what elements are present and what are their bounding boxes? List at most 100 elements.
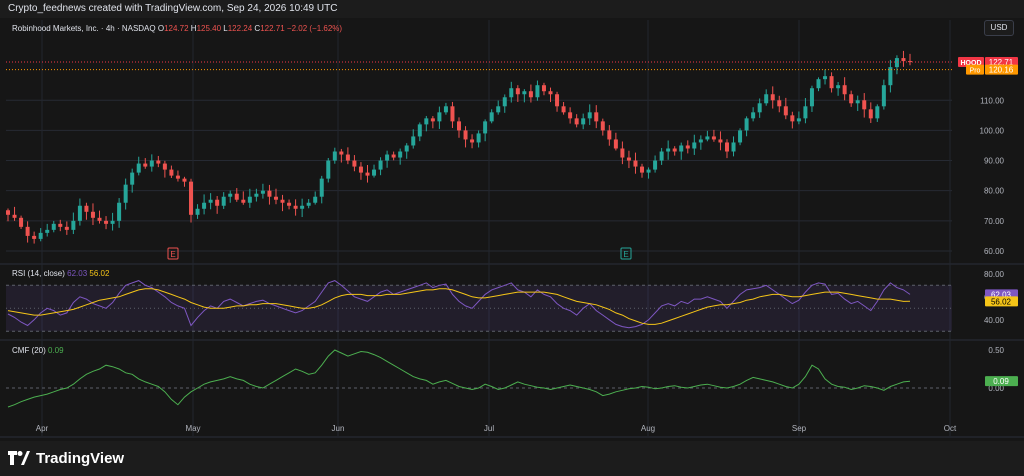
candle-body xyxy=(169,169,174,176)
price-tick-label: 70.00 xyxy=(984,217,1005,226)
candle-body xyxy=(182,178,187,182)
cmf-legend-part: CMF (20) xyxy=(12,346,48,355)
cmf-legend: CMF (20) 0.09 xyxy=(12,346,64,355)
candle-body xyxy=(901,58,906,62)
candle-body xyxy=(561,106,566,113)
candle-body xyxy=(430,118,435,122)
candle-body xyxy=(71,220,76,230)
legend-part: Robinhood Markets, Inc. · 4h · NASDAQ xyxy=(12,24,158,33)
time-axis-label: Aug xyxy=(641,424,655,433)
candle-body xyxy=(117,202,122,221)
candle-body xyxy=(221,196,226,206)
candle-body xyxy=(345,154,350,161)
candle-body xyxy=(202,202,207,209)
candle-body xyxy=(352,160,357,167)
candle-body xyxy=(215,199,220,206)
candle-body xyxy=(306,202,311,206)
candle-body xyxy=(659,151,664,161)
candle-body xyxy=(600,121,605,131)
candle-body xyxy=(25,226,30,236)
candle-body xyxy=(313,196,318,203)
candle-body xyxy=(104,220,109,224)
candle-body xyxy=(823,76,828,80)
candle-body xyxy=(489,112,494,122)
time-axis-label: May xyxy=(185,424,200,433)
candle-body xyxy=(868,109,873,119)
candle-body xyxy=(796,118,801,122)
candle-body xyxy=(254,193,259,197)
rsi-ma-tag-label: 56.02 xyxy=(991,297,1012,306)
chart-window: Crypto_feednews created with TradingView… xyxy=(0,0,1024,476)
candle-body xyxy=(620,148,625,158)
rsi-legend: RSI (14, close) 62.03 56.02 xyxy=(12,269,110,278)
time-axis-label: Apr xyxy=(36,424,49,433)
candle-body xyxy=(156,160,161,164)
candle-body xyxy=(640,166,645,173)
candle-body xyxy=(58,223,63,227)
price-tick-label: 80.00 xyxy=(984,187,1005,196)
candle-body xyxy=(751,112,756,119)
candle-body xyxy=(424,118,429,125)
candle-body xyxy=(273,196,278,200)
earnings-marker-label: E xyxy=(170,250,175,259)
candle-body xyxy=(731,142,736,152)
chart-canvas[interactable]: 60.0070.0080.0090.00100.00110.00HOOD 122.… xyxy=(0,0,1024,441)
candle-body xyxy=(358,166,363,173)
candle-body xyxy=(84,205,89,212)
candle-body xyxy=(528,91,533,98)
candle-body xyxy=(51,223,56,230)
candle-body xyxy=(123,184,128,203)
currency-button[interactable]: USD xyxy=(984,20,1014,36)
candle-body xyxy=(535,85,540,98)
time-axis-label: Sep xyxy=(792,424,807,433)
candle-body xyxy=(711,136,716,140)
candle-body xyxy=(77,205,82,221)
candle-body xyxy=(705,136,710,140)
candle-body xyxy=(130,172,135,185)
candle-body xyxy=(875,106,880,119)
candle-body xyxy=(417,124,422,137)
rsi-legend-part: 62.03 xyxy=(67,269,89,278)
candle-body xyxy=(319,178,324,197)
candle-body xyxy=(790,115,795,122)
candle-body xyxy=(280,199,285,203)
candle-body xyxy=(855,100,860,104)
candle-body xyxy=(483,121,488,134)
candle-body xyxy=(241,199,246,203)
candle-body xyxy=(287,202,292,206)
candle-body xyxy=(541,85,546,92)
cmf-legend-part: 0.09 xyxy=(48,346,64,355)
tradingview-logo[interactable]: TradingView xyxy=(8,446,124,470)
candle-body xyxy=(45,229,50,233)
candle-body xyxy=(515,88,520,95)
candle-body xyxy=(633,160,638,167)
candle-body xyxy=(293,205,298,209)
candle-body xyxy=(234,193,239,200)
candle-body xyxy=(404,145,409,152)
candle-body xyxy=(470,139,475,143)
footer xyxy=(0,441,1024,476)
candle-body xyxy=(12,214,17,218)
legend-part: 125.40 xyxy=(197,24,224,33)
price-tick-label: 100.00 xyxy=(980,126,1005,135)
candle-body xyxy=(548,91,553,95)
candle-body xyxy=(509,88,514,98)
candle-body xyxy=(450,106,455,122)
candle-body xyxy=(770,94,775,101)
legend-part: −2.02 (−1.62%) xyxy=(287,24,342,33)
candle-body xyxy=(568,112,573,119)
candle-body xyxy=(672,148,677,152)
candle-body xyxy=(97,217,102,221)
candle-body xyxy=(894,58,899,68)
candle-body xyxy=(136,163,141,173)
candle-body xyxy=(646,169,651,173)
time-axis-label: Oct xyxy=(944,424,957,433)
candle-body xyxy=(162,163,167,170)
candle-body xyxy=(175,175,180,179)
legend-part: 122.71 xyxy=(260,24,287,33)
candle-body xyxy=(38,232,43,239)
candle-body xyxy=(110,220,115,224)
candle-body xyxy=(574,118,579,125)
candle-body xyxy=(378,160,383,170)
candle-body xyxy=(260,190,265,194)
